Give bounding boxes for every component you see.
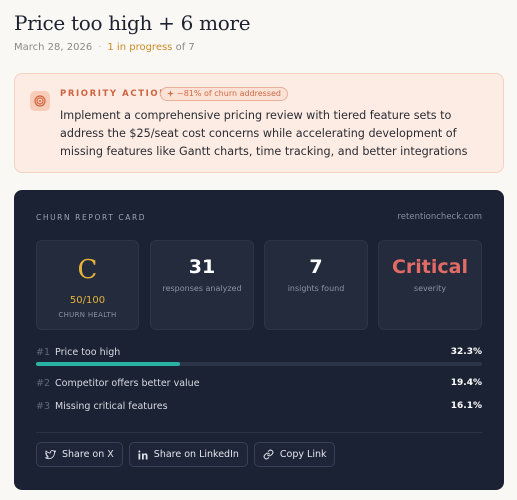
reason-rank: #3 bbox=[36, 401, 51, 412]
priority-text: Implement a comprehensive pricing review… bbox=[60, 109, 468, 158]
churn-reason-item: #1 Price too high 32.3% bbox=[36, 347, 482, 378]
stat-caption: severity bbox=[413, 284, 447, 293]
share-linkedin-label: Share on LinkedIn bbox=[153, 449, 239, 460]
progress-suffix: of 7 bbox=[175, 42, 195, 53]
linkedin-icon bbox=[138, 450, 148, 459]
churn-reason-item: #2 Competitor offers better value 19.4% bbox=[36, 378, 482, 401]
churn-report-card: CHURN REPORT CARD retentioncheck.com C 5… bbox=[14, 190, 504, 490]
reason-percent: 32.3% bbox=[450, 347, 482, 357]
priority-action-panel: PRIORITY ACTION ~81% of churn addressed … bbox=[14, 73, 504, 173]
target-icon bbox=[30, 91, 50, 111]
report-date: March 28, 2026 bbox=[14, 42, 93, 53]
progress-link[interactable]: 1 in progress bbox=[107, 42, 172, 53]
reason-percent: 19.4% bbox=[450, 378, 482, 388]
copy-link-label: Copy Link bbox=[279, 449, 327, 460]
link-icon bbox=[263, 449, 274, 460]
twitter-bird-icon bbox=[45, 449, 56, 459]
reason-bar-track bbox=[36, 362, 482, 366]
share-row: Share on X Share on LinkedIn Copy Link bbox=[36, 442, 336, 467]
reason-label: Competitor offers better value bbox=[55, 378, 200, 389]
churn-reasons-list: #1 Price too high 32.3% #2 Competitor offe… bbox=[36, 347, 482, 424]
stat-responses: 31 responses analyzed bbox=[150, 240, 254, 330]
stat-insights: 7 insights found bbox=[264, 240, 368, 330]
meta-separator: · bbox=[98, 42, 102, 53]
reason-rank: #2 bbox=[36, 378, 51, 389]
reason-rank: #1 bbox=[36, 347, 51, 358]
stat-severity: Critical severity bbox=[378, 240, 482, 330]
copy-link-button[interactable]: Copy Link bbox=[253, 442, 336, 467]
share-x-button[interactable]: Share on X bbox=[36, 442, 123, 467]
stat-value: 7 bbox=[309, 256, 323, 278]
grade-letter: C bbox=[77, 255, 98, 285]
reason-label: Missing critical features bbox=[55, 401, 168, 412]
stat-caption: responses analyzed bbox=[162, 284, 242, 293]
grade-caption: CHURN HEALTH bbox=[58, 311, 117, 319]
card-domain: retentioncheck.com bbox=[397, 212, 482, 222]
share-linkedin-button[interactable]: Share on LinkedIn bbox=[128, 442, 248, 467]
reason-percent: 16.1% bbox=[450, 401, 482, 411]
churn-addressed-badge: ~81% of churn addressed bbox=[160, 87, 289, 101]
card-label: CHURN REPORT CARD bbox=[36, 213, 147, 222]
reason-bar-fill bbox=[36, 362, 181, 366]
meta-row: March 28, 2026 · 1 in progress of 7 bbox=[14, 42, 195, 53]
stat-value: Critical bbox=[391, 256, 469, 278]
share-x-label: Share on X bbox=[62, 449, 114, 460]
stat-value: 31 bbox=[188, 256, 216, 278]
sparkle-icon bbox=[167, 90, 174, 97]
reason-label: Price too high bbox=[55, 347, 121, 358]
card-divider bbox=[36, 432, 482, 433]
priority-label: PRIORITY ACTION bbox=[60, 89, 168, 99]
page-title: Price too high + 6 more bbox=[14, 11, 251, 35]
grade-tile: C 50/100 CHURN HEALTH bbox=[36, 240, 139, 330]
stat-caption: insights found bbox=[287, 284, 345, 293]
grade-score: 50/100 bbox=[69, 295, 106, 306]
churn-reason-item: #3 Missing critical features 16.1% bbox=[36, 401, 482, 424]
badge-text: ~81% of churn addressed bbox=[177, 89, 282, 98]
